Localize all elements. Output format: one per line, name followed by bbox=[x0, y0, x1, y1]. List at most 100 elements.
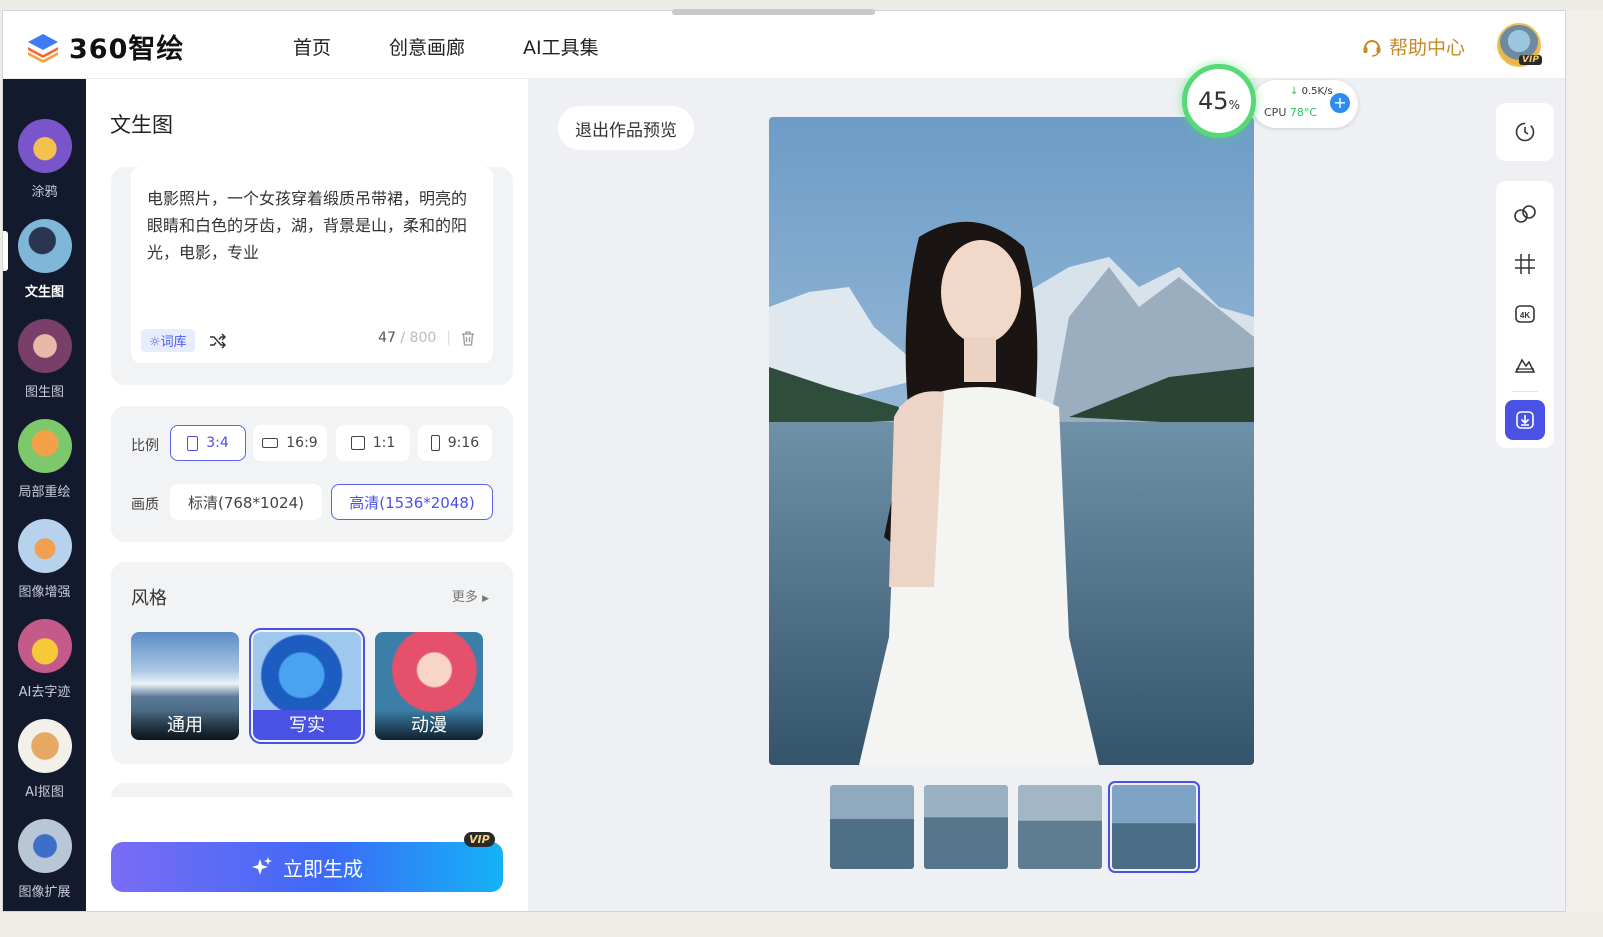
generated-image bbox=[769, 117, 1254, 765]
upscale-4k-button[interactable]: 4K bbox=[1496, 289, 1554, 339]
ratio-9-16-option[interactable]: 9:16 bbox=[418, 425, 492, 461]
char-counter: 47 / 800 | bbox=[378, 330, 475, 346]
download-button[interactable] bbox=[1505, 400, 1545, 440]
nav-gallery[interactable]: 创意画廊 bbox=[389, 33, 465, 60]
app-window: 360智绘 首页 创意画廊 AI工具集 帮助中心 VIP 涂鸦 文生图 图生图 … bbox=[2, 10, 1566, 912]
help-center-link[interactable]: 帮助中心 bbox=[1361, 33, 1465, 60]
usage-value: 45 bbox=[1198, 87, 1229, 115]
style-title: 风格 bbox=[131, 588, 167, 609]
cpu-temp-value: 78°C bbox=[1289, 106, 1318, 119]
sidebar-item-doodle[interactable]: 涂鸦 bbox=[3, 119, 86, 219]
exit-preview-button[interactable]: 退出作品预览 bbox=[558, 106, 694, 150]
system-monitor-widget[interactable]: ↓ 0.5K/s CPU 78°C + bbox=[1252, 80, 1358, 128]
trash-icon[interactable] bbox=[461, 330, 475, 346]
app-logo[interactable]: 360智绘 bbox=[25, 27, 184, 66]
prompt-input[interactable]: 电影照片，一个女孩穿着缎质吊带裙，明亮的眼睛和白色的牙齿，湖，背景是山，柔和的阳… bbox=[131, 167, 493, 363]
style-anime-option[interactable]: 动漫 bbox=[375, 632, 483, 740]
result-thumbnail-3[interactable] bbox=[1018, 785, 1102, 869]
bottom-strip bbox=[0, 912, 1603, 937]
right-toolbar: 4K bbox=[1496, 103, 1554, 448]
landscape-edit-button[interactable] bbox=[1496, 339, 1554, 389]
ratio-quality-card: 比例 3:4 16:9 1:1 9:16 画质 标清(768*1024) 高清(… bbox=[111, 406, 513, 542]
landscape-ratio-icon bbox=[262, 438, 279, 448]
ratio-option-label: 9:16 bbox=[447, 435, 480, 451]
word-library-label: 词库 bbox=[160, 335, 187, 350]
tall-ratio-icon bbox=[430, 435, 440, 451]
style-option-label: 动漫 bbox=[375, 710, 483, 740]
sidebar-item-text-remove[interactable]: AI去字迹 bbox=[3, 619, 86, 719]
generate-vip-badge: VIP bbox=[464, 832, 495, 847]
sidebar-item-cutout[interactable]: AI抠图 bbox=[3, 719, 86, 819]
generated-image-preview[interactable] bbox=[769, 117, 1254, 765]
tool-divider bbox=[1512, 391, 1538, 392]
word-library-button[interactable]: ☼词库 bbox=[141, 329, 195, 352]
net-speed: ↓ 0.5K/s bbox=[1290, 86, 1333, 97]
prompt-text[interactable]: 电影照片，一个女孩穿着缎质吊带裙，明亮的眼睛和白色的牙齿，湖，背景是山，柔和的阳… bbox=[147, 185, 479, 266]
result-thumbnail-1[interactable] bbox=[830, 785, 914, 869]
text-remove-thumbnail bbox=[17, 619, 72, 673]
style-general-option[interactable]: 通用 bbox=[131, 632, 239, 740]
more-label: 更多 bbox=[451, 590, 478, 605]
ratio-1-1-option[interactable]: 1:1 bbox=[336, 425, 410, 461]
svg-text:4K: 4K bbox=[1520, 311, 1530, 320]
result-thumbnail-2[interactable] bbox=[924, 785, 1008, 869]
usage-gauge[interactable]: 45% bbox=[1182, 64, 1256, 138]
shuffle-icon[interactable] bbox=[209, 332, 227, 349]
cpu-temp: CPU 78°C bbox=[1264, 106, 1317, 119]
history-button[interactable] bbox=[1496, 103, 1554, 161]
enhance-thumbnail bbox=[17, 519, 72, 573]
char-max: / 800 bbox=[400, 330, 437, 346]
sidebar-item-inpaint[interactable]: 局部重绘 bbox=[3, 419, 86, 519]
download-icon bbox=[1516, 411, 1534, 429]
generate-button[interactable]: 立即生成 bbox=[111, 842, 503, 892]
ratio-3-4-option[interactable]: 3:4 bbox=[170, 425, 246, 461]
style-realistic-option[interactable]: 写实 bbox=[249, 628, 365, 744]
sidebar-item-label: 局部重绘 bbox=[18, 485, 71, 500]
sidebar-item-label: 文生图 bbox=[24, 285, 64, 300]
mountain-icon bbox=[1514, 358, 1536, 373]
tool-sidebar: 涂鸦 文生图 图生图 局部重绘 图像增强 AI去字迹 AI抠图 图像扩展 bbox=[3, 79, 86, 911]
quality-standard-option[interactable]: 标清(768*1024) bbox=[170, 484, 322, 520]
sidebar-item-label: AI去字迹 bbox=[18, 685, 71, 700]
result-thumbnail-4[interactable] bbox=[1108, 781, 1200, 873]
logo-icon bbox=[28, 33, 58, 63]
style-option-label: 通用 bbox=[131, 710, 239, 740]
sidebar-item-label: 图像扩展 bbox=[18, 885, 71, 900]
crop-expand-button[interactable] bbox=[1496, 239, 1554, 289]
crop-icon bbox=[1515, 254, 1535, 274]
settings-panel: 文生图 电影照片，一个女孩穿着缎质吊带裙，明亮的眼睛和白色的牙齿，湖，背景是山，… bbox=[86, 79, 528, 911]
history-box bbox=[1496, 103, 1554, 161]
sidebar-item-enhance[interactable]: 图像增强 bbox=[3, 519, 86, 619]
quality-hd-option[interactable]: 高清(1536*2048) bbox=[331, 484, 493, 520]
sidebar-item-label: 图像增强 bbox=[18, 585, 71, 600]
next-card-peek bbox=[111, 783, 513, 797]
nav-ai-tools[interactable]: AI工具集 bbox=[523, 33, 599, 60]
ratio-16-9-option[interactable]: 16:9 bbox=[253, 425, 327, 461]
plus-button[interactable]: + bbox=[1330, 93, 1350, 113]
vip-badge: VIP bbox=[1519, 55, 1542, 65]
logo-text: 360智绘 bbox=[69, 34, 185, 65]
usage-unit: % bbox=[1228, 98, 1240, 112]
more-styles-link[interactable]: 更多 ▶ bbox=[452, 586, 489, 605]
text-to-image-thumbnail bbox=[17, 219, 72, 273]
preview-area: 退出作品预览 4K bbox=[528, 79, 1565, 911]
variation-button[interactable] bbox=[1496, 189, 1554, 239]
ratio-option-label: 3:4 bbox=[206, 435, 229, 451]
4k-icon: 4K bbox=[1515, 305, 1535, 323]
window-grab-handle[interactable] bbox=[672, 9, 875, 15]
sidebar-item-label: 涂鸦 bbox=[31, 185, 58, 200]
ratio-option-label: 1:1 bbox=[372, 435, 396, 451]
inpaint-thumbnail bbox=[17, 419, 72, 473]
headset-icon bbox=[1363, 39, 1381, 57]
quality-label: 画质 bbox=[131, 497, 159, 513]
sidebar-item-outpaint[interactable]: 图像扩展 bbox=[3, 819, 86, 911]
result-thumbnails bbox=[830, 781, 1200, 873]
prompt-tools: ☼词库 bbox=[141, 329, 227, 352]
doodle-thumbnail bbox=[17, 119, 72, 173]
sidebar-item-image-to-image[interactable]: 图生图 bbox=[3, 319, 86, 419]
sidebar-item-text-to-image[interactable]: 文生图 bbox=[3, 219, 86, 319]
portrait-ratio-icon bbox=[187, 435, 199, 451]
outpaint-thumbnail bbox=[17, 819, 72, 873]
nav-home[interactable]: 首页 bbox=[293, 33, 331, 60]
top-header: 360智绘 首页 创意画廊 AI工具集 帮助中心 VIP bbox=[3, 11, 1565, 79]
